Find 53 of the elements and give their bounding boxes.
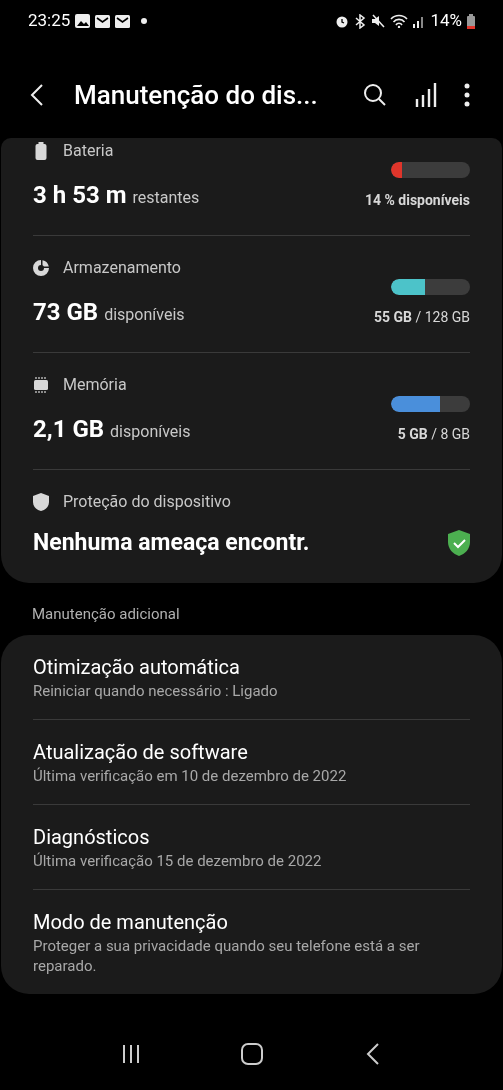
list-item[interactable]: Atualização de software Última verificação em 10 de dezembro de 2022 [33,720,470,805]
protection-label: Proteção do dispositivo [63,491,231,513]
list-item[interactable]: Otimização automática Reiniciar quando necessário : Ligado [33,635,470,720]
stat-value: 2,1 GB [33,414,105,445]
item-subtitle: Proteger a sua privacidade quando seu telefone está a ser reparado. [33,936,421,976]
battery-icon [35,142,47,160]
usage-reading: 55 GB / 128 GB [373,308,470,327]
pie-chart-icon [33,260,49,276]
stat-value: 3 h 53 m [33,180,127,211]
stat-unit: disponíveis [110,421,191,443]
protection-status: Nenhuma ameaça encontr. [33,528,310,558]
stat-value: 73 GB [33,297,99,328]
mail-icon [95,14,111,28]
item-title: Otimização automática [33,654,241,681]
list-item[interactable]: Modo de manutenção Proteger a sua privacidade quando seu telefone está a ser reparado. [33,890,470,994]
back-icon [365,1043,380,1065]
stat-label: Armazenamento [63,257,181,279]
item-subtitle: Última verificação 15 de dezembro de 2022 [33,851,323,871]
usage-reading: 5 GB / 8 GB [397,425,470,444]
stat-unit: disponíveis [104,304,185,326]
stat-label: Memória [63,374,127,396]
battery-icon [467,13,475,29]
section-title: Manutenção adicional [31,603,181,625]
search-icon [363,83,387,107]
item-title: Atualização de software [33,739,249,766]
usage-reading: 14 % disponíveis [364,191,470,210]
bar-chart-icon [415,83,437,107]
battery-percent: 14% [430,9,462,33]
item-subtitle: Reiniciar quando necessário : Ligado [33,681,279,701]
image-icon [75,14,91,28]
stat-label: Bateria [63,140,114,162]
muted-speaker-icon [371,14,386,28]
shield-check-icon [448,530,470,557]
dot-icon [141,18,148,24]
chip-icon [33,377,49,393]
stat-unit: restantes [132,187,200,209]
chart-button[interactable] [413,81,439,109]
bluetooth-icon [354,13,367,29]
more-icon [464,83,470,107]
square-icon [240,1043,263,1065]
mail-icon [115,14,131,28]
status-time: 23:25 [28,9,71,33]
item-subtitle: Última verificação em 10 de dezembro de 2022 [33,766,348,786]
alarm-icon [335,14,350,28]
back-icon [30,83,44,107]
three-lines-icon [120,1044,141,1064]
signal-icon [413,14,426,28]
item-title: Diagnósticos [33,824,151,851]
wifi-icon [390,14,409,28]
shield-icon [33,493,49,511]
item-title: Modo de manutenção [33,909,229,936]
list-item[interactable]: Diagnósticos Última verificação 15 de dezembro de 2022 [33,805,470,890]
page-title: Manutenção do dis... [74,78,318,112]
